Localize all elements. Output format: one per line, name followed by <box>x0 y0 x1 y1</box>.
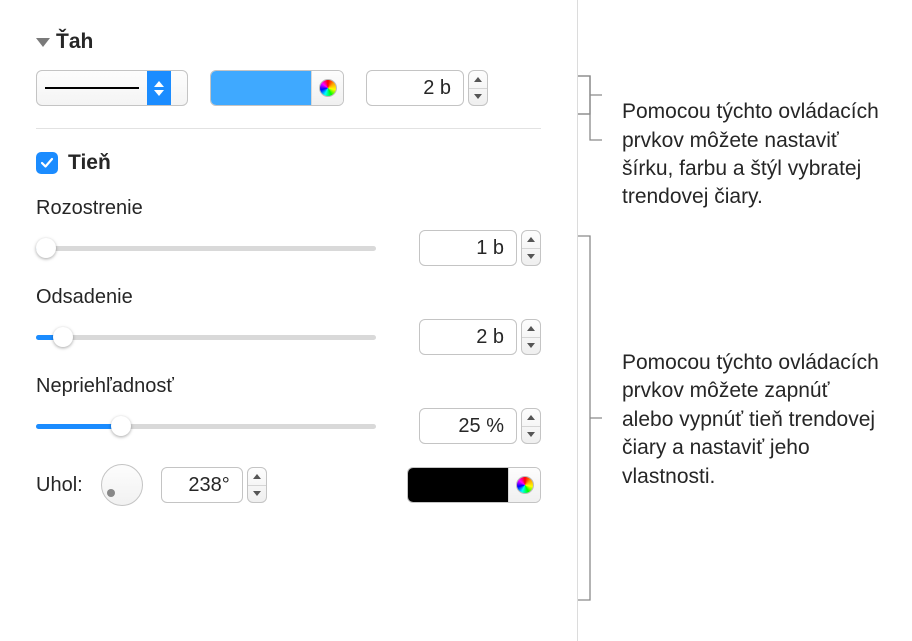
angle-control-row: Uhol: 238° <box>36 464 541 506</box>
stroke-color-well[interactable] <box>210 70 344 106</box>
stroke-section-title: Ťah <box>56 30 93 54</box>
slider-thumb[interactable] <box>111 416 131 436</box>
offset-stepper[interactable] <box>521 319 541 355</box>
checkmark-icon <box>40 156 54 170</box>
blur-label: Rozostrenie <box>36 197 541 220</box>
stepper-down-icon[interactable] <box>522 427 540 444</box>
opacity-label: Nepriehľadnosť <box>36 375 541 398</box>
stroke-color-swatch[interactable] <box>211 71 311 105</box>
popup-arrows-icon <box>147 71 171 105</box>
callout-bracket-icon <box>578 70 606 220</box>
angle-field[interactable]: 238° <box>161 467 267 503</box>
shadow-checkbox[interactable] <box>36 152 58 174</box>
blur-value[interactable]: 1 b <box>419 230 517 266</box>
opacity-value[interactable]: 25 % <box>419 408 517 444</box>
shadow-section-header: Tieň <box>36 151 541 175</box>
stroke-width-value[interactable]: 2 b <box>366 70 464 106</box>
opacity-stepper[interactable] <box>521 408 541 444</box>
offset-value[interactable]: 2 b <box>419 319 517 355</box>
stepper-down-icon[interactable] <box>522 338 540 355</box>
stepper-down-icon[interactable] <box>522 249 540 266</box>
offset-label: Odsadenie <box>36 286 541 309</box>
stroke-controls-row: 2 b <box>36 70 541 106</box>
blur-stepper[interactable] <box>521 230 541 266</box>
opacity-slider[interactable] <box>36 416 376 436</box>
stepper-down-icon[interactable] <box>248 486 266 503</box>
angle-dial[interactable] <box>101 464 143 506</box>
shadow-color-swatch[interactable] <box>408 468 508 502</box>
inspector-panel: Ťah 2 b Tieň <box>0 0 578 641</box>
color-picker-button[interactable] <box>508 468 540 502</box>
shadow-checkbox-label: Tieň <box>68 151 111 175</box>
stepper-up-icon[interactable] <box>469 71 487 89</box>
slider-thumb[interactable] <box>36 238 56 258</box>
slider-thumb[interactable] <box>53 327 73 347</box>
callout-bracket-icon <box>578 230 606 610</box>
color-picker-button[interactable] <box>311 71 343 105</box>
angle-value[interactable]: 238° <box>161 467 243 503</box>
blur-control: Rozostrenie 1 b <box>36 197 541 266</box>
blur-field[interactable]: 1 b <box>419 230 541 266</box>
stepper-up-icon[interactable] <box>522 320 540 338</box>
stroke-width-stepper[interactable] <box>468 70 488 106</box>
offset-control: Odsadenie 2 b <box>36 286 541 355</box>
disclosure-triangle-icon <box>36 38 50 47</box>
callouts-region: Pomocou týchto ovládacích prvkov môžete … <box>578 0 912 641</box>
stepper-up-icon[interactable] <box>522 409 540 427</box>
offset-slider[interactable] <box>36 327 376 347</box>
opacity-field[interactable]: 25 % <box>419 408 541 444</box>
shadow-color-well[interactable] <box>407 467 541 503</box>
stroke-width-field[interactable]: 2 b <box>366 70 488 106</box>
callout-stroke: Pomocou týchto ovládacích prvkov môžete … <box>578 70 886 240</box>
stepper-up-icon[interactable] <box>248 468 266 486</box>
angle-indicator-dot <box>107 489 115 497</box>
angle-label: Uhol: <box>36 474 83 497</box>
angle-stepper[interactable] <box>247 467 267 503</box>
color-wheel-icon <box>516 476 534 494</box>
callout-shadow-text: Pomocou týchto ovládacích prvkov môžete … <box>606 230 886 610</box>
stepper-up-icon[interactable] <box>522 231 540 249</box>
callout-stroke-text: Pomocou týchto ovládacích prvkov môžete … <box>606 70 886 240</box>
stroke-style-popup[interactable] <box>36 70 188 106</box>
callout-shadow: Pomocou týchto ovládacích prvkov môžete … <box>578 230 886 610</box>
stepper-down-icon[interactable] <box>469 89 487 106</box>
stroke-line-sample-icon <box>45 87 139 89</box>
offset-field[interactable]: 2 b <box>419 319 541 355</box>
color-wheel-icon <box>319 79 337 97</box>
blur-slider[interactable] <box>36 238 376 258</box>
divider <box>36 128 541 129</box>
opacity-control: Nepriehľadnosť 25 % <box>36 375 541 444</box>
stroke-section-header[interactable]: Ťah <box>36 30 541 54</box>
